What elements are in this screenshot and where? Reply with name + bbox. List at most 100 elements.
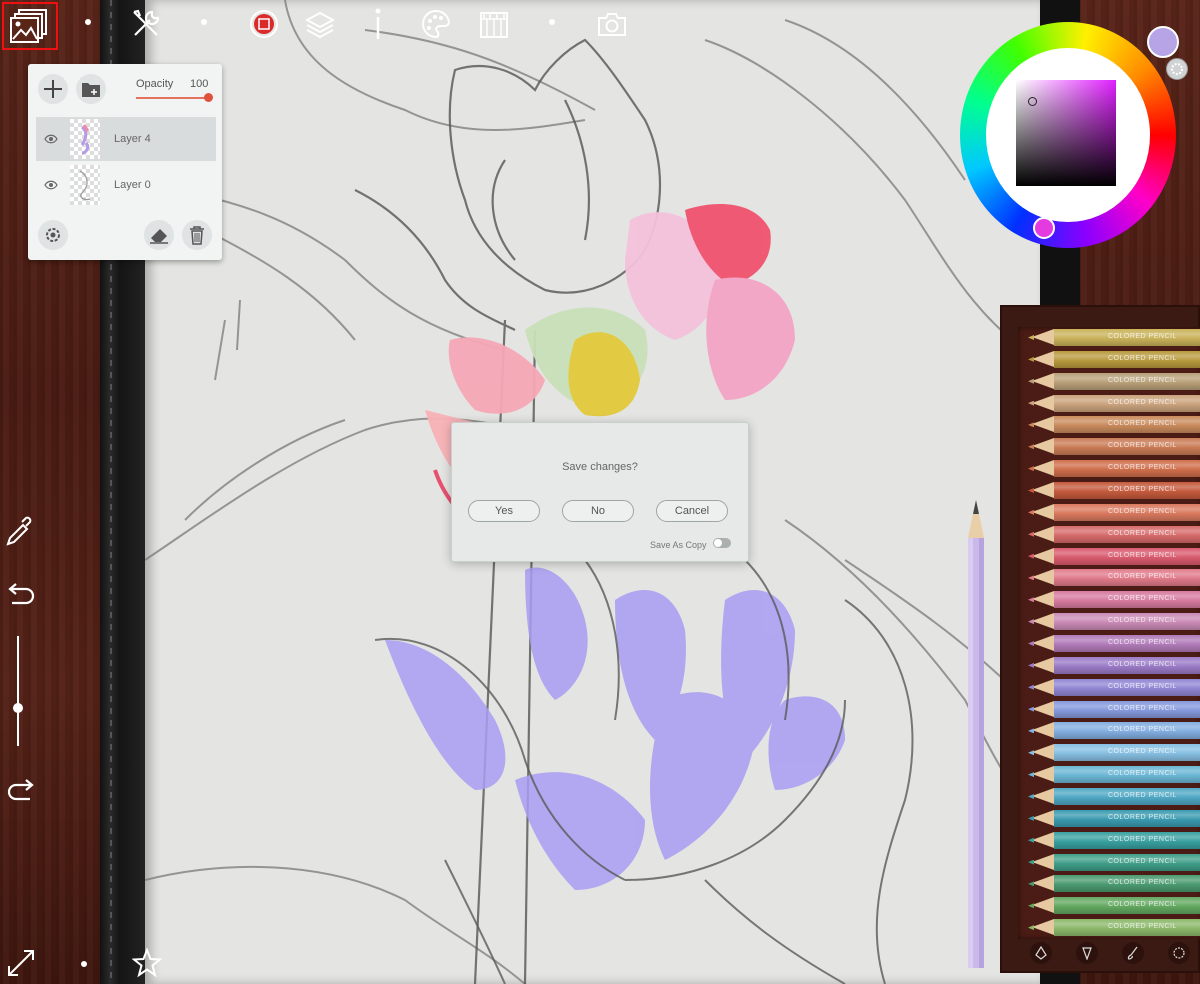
visibility-eye-icon[interactable]: [36, 180, 66, 190]
pencil-color-6[interactable]: COLORED PENCIL: [1018, 438, 1200, 456]
tools-button[interactable]: [128, 6, 164, 42]
pencil-label: COLORED PENCIL: [1108, 333, 1177, 340]
layer-row[interactable]: Layer 0: [36, 163, 216, 207]
eyedropper-button[interactable]: [4, 514, 34, 553]
yes-button[interactable]: Yes: [468, 500, 540, 522]
info-icon: [375, 8, 381, 39]
pencil-color-19[interactable]: COLORED PENCIL: [1018, 722, 1200, 740]
saturation-value-picker[interactable]: [1016, 80, 1116, 186]
pencil-color-24[interactable]: COLORED PENCIL: [1018, 831, 1200, 849]
record-button[interactable]: [246, 6, 282, 42]
clear-layer-button[interactable]: [144, 220, 174, 250]
color-swatches-button[interactable]: [1166, 58, 1188, 80]
pencil-label: COLORED PENCIL: [1108, 835, 1177, 843]
pencil-color-4[interactable]: COLORED PENCIL: [1018, 394, 1200, 412]
pencil-color-5[interactable]: COLORED PENCIL: [1018, 416, 1200, 434]
pencil-color-11[interactable]: COLORED PENCIL: [1018, 547, 1200, 565]
ruler-icon: [480, 12, 508, 38]
gallery-button[interactable]: [2, 2, 58, 50]
pencil-label: COLORED PENCIL: [1108, 704, 1177, 712]
brush-size-slider-knob[interactable]: [13, 703, 23, 713]
pencil-color-2[interactable]: COLORED PENCIL: [1018, 350, 1200, 368]
pencil-color-14[interactable]: COLORED PENCIL: [1018, 613, 1200, 631]
pencil-label: COLORED PENCIL: [1108, 507, 1177, 515]
add-folder-button[interactable]: [76, 74, 106, 104]
pencil-label: COLORED PENCIL: [1108, 464, 1177, 472]
pencil-color-27[interactable]: COLORED PENCIL: [1018, 897, 1200, 915]
color-wheel[interactable]: [960, 22, 1176, 248]
palette-icon: [422, 9, 451, 39]
layers-button[interactable]: [302, 6, 338, 42]
gear-icon: [46, 228, 60, 242]
pencil-color-25[interactable]: COLORED PENCIL: [1018, 853, 1200, 871]
info-button[interactable]: [364, 6, 392, 42]
pencil-label: COLORED PENCIL: [1108, 770, 1177, 778]
redo-button[interactable]: [6, 776, 36, 809]
hue-cursor[interactable]: [1033, 217, 1055, 239]
pencil-color-10[interactable]: COLORED PENCIL: [1018, 525, 1200, 543]
pencil-color-28[interactable]: COLORED PENCIL: [1018, 919, 1200, 937]
undo-button[interactable]: [6, 580, 36, 611]
add-layer-button[interactable]: [38, 74, 68, 104]
pencil-color-20[interactable]: COLORED PENCIL: [1018, 744, 1200, 762]
cancel-button[interactable]: Cancel: [656, 500, 728, 522]
brush-icon: [1127, 946, 1138, 960]
pencil-label: COLORED PENCIL: [1108, 529, 1177, 537]
pencil-label: COLORED PENCIL: [1108, 639, 1177, 646]
pencil-tip-icon: [1082, 947, 1092, 960]
pencil-label: COLORED PENCIL: [1108, 901, 1177, 909]
texture-tool-button[interactable]: [1168, 942, 1190, 964]
pencil-color-23[interactable]: COLORED PENCIL: [1018, 809, 1200, 827]
pencil-label: COLORED PENCIL: [1108, 354, 1177, 362]
opacity-slider[interactable]: [136, 97, 208, 99]
tools-icon: [133, 9, 160, 36]
pencil-color-21[interactable]: COLORED PENCIL: [1018, 766, 1200, 784]
palette-button[interactable]: [418, 6, 454, 42]
trash-icon: [190, 226, 204, 245]
saturation-value-cursor[interactable]: [1028, 97, 1037, 106]
pencil-label: COLORED PENCIL: [1108, 420, 1177, 428]
layers-icon: [305, 11, 335, 39]
pen-nib-icon: [1035, 946, 1047, 960]
pencil-label: COLORED PENCIL: [1108, 573, 1177, 581]
pencil-color-1[interactable]: COLORED PENCIL: [1018, 329, 1200, 346]
pencil-color-13[interactable]: COLORED PENCIL: [1018, 591, 1200, 609]
pencil-color-26[interactable]: COLORED PENCIL: [1018, 875, 1200, 893]
save-as-copy-toggle[interactable]: [713, 538, 731, 548]
opacity-slider-knob[interactable]: [204, 93, 213, 102]
no-button[interactable]: No: [562, 500, 634, 522]
fullscreen-button[interactable]: [6, 948, 36, 983]
pencil-label: COLORED PENCIL: [1108, 857, 1177, 865]
visibility-eye-icon[interactable]: [36, 134, 66, 144]
ruler-button[interactable]: [476, 6, 512, 42]
pencil-icon: [968, 500, 984, 968]
pencil-tool-button[interactable]: [1076, 942, 1098, 964]
layer-name: Layer 4: [114, 133, 151, 145]
pencil-color-8[interactable]: COLORED PENCIL: [1018, 482, 1200, 499]
save-as-copy-label: Save As Copy: [650, 540, 707, 550]
pencil-color-7[interactable]: COLORED PENCIL: [1018, 460, 1200, 478]
eyedropper-icon: [6, 516, 32, 546]
pencil-color-18[interactable]: COLORED PENCIL: [1018, 700, 1200, 718]
pencil-color-9[interactable]: COLORED PENCIL: [1018, 503, 1200, 521]
layer-row[interactable]: Layer 4: [36, 117, 216, 161]
selected-pencil[interactable]: [966, 500, 986, 972]
pencil-label: COLORED PENCIL: [1108, 682, 1177, 690]
undo-icon: [8, 583, 35, 605]
favorites-button[interactable]: [131, 947, 163, 983]
pencil-color-16[interactable]: COLORED PENCIL: [1018, 656, 1200, 674]
layer-settings-button[interactable]: [38, 220, 68, 250]
delete-layer-button[interactable]: [182, 220, 212, 250]
pencil-color-17[interactable]: COLORED PENCIL: [1018, 678, 1200, 696]
pencil-label: COLORED PENCIL: [1108, 792, 1177, 799]
brush-tool-button[interactable]: [1122, 942, 1144, 964]
brush-size-slider[interactable]: [17, 636, 19, 746]
eraser-icon: [150, 229, 168, 244]
pencil-color-3[interactable]: COLORED PENCIL: [1018, 372, 1200, 390]
current-color-swatch[interactable]: [1147, 26, 1179, 58]
pen-tool-button[interactable]: [1030, 942, 1052, 964]
pencil-color-15[interactable]: COLORED PENCIL: [1018, 635, 1200, 652]
pencil-color-22[interactable]: COLORED PENCIL: [1018, 788, 1200, 805]
pencil-color-12[interactable]: COLORED PENCIL: [1018, 569, 1200, 587]
camera-button[interactable]: [594, 6, 630, 42]
